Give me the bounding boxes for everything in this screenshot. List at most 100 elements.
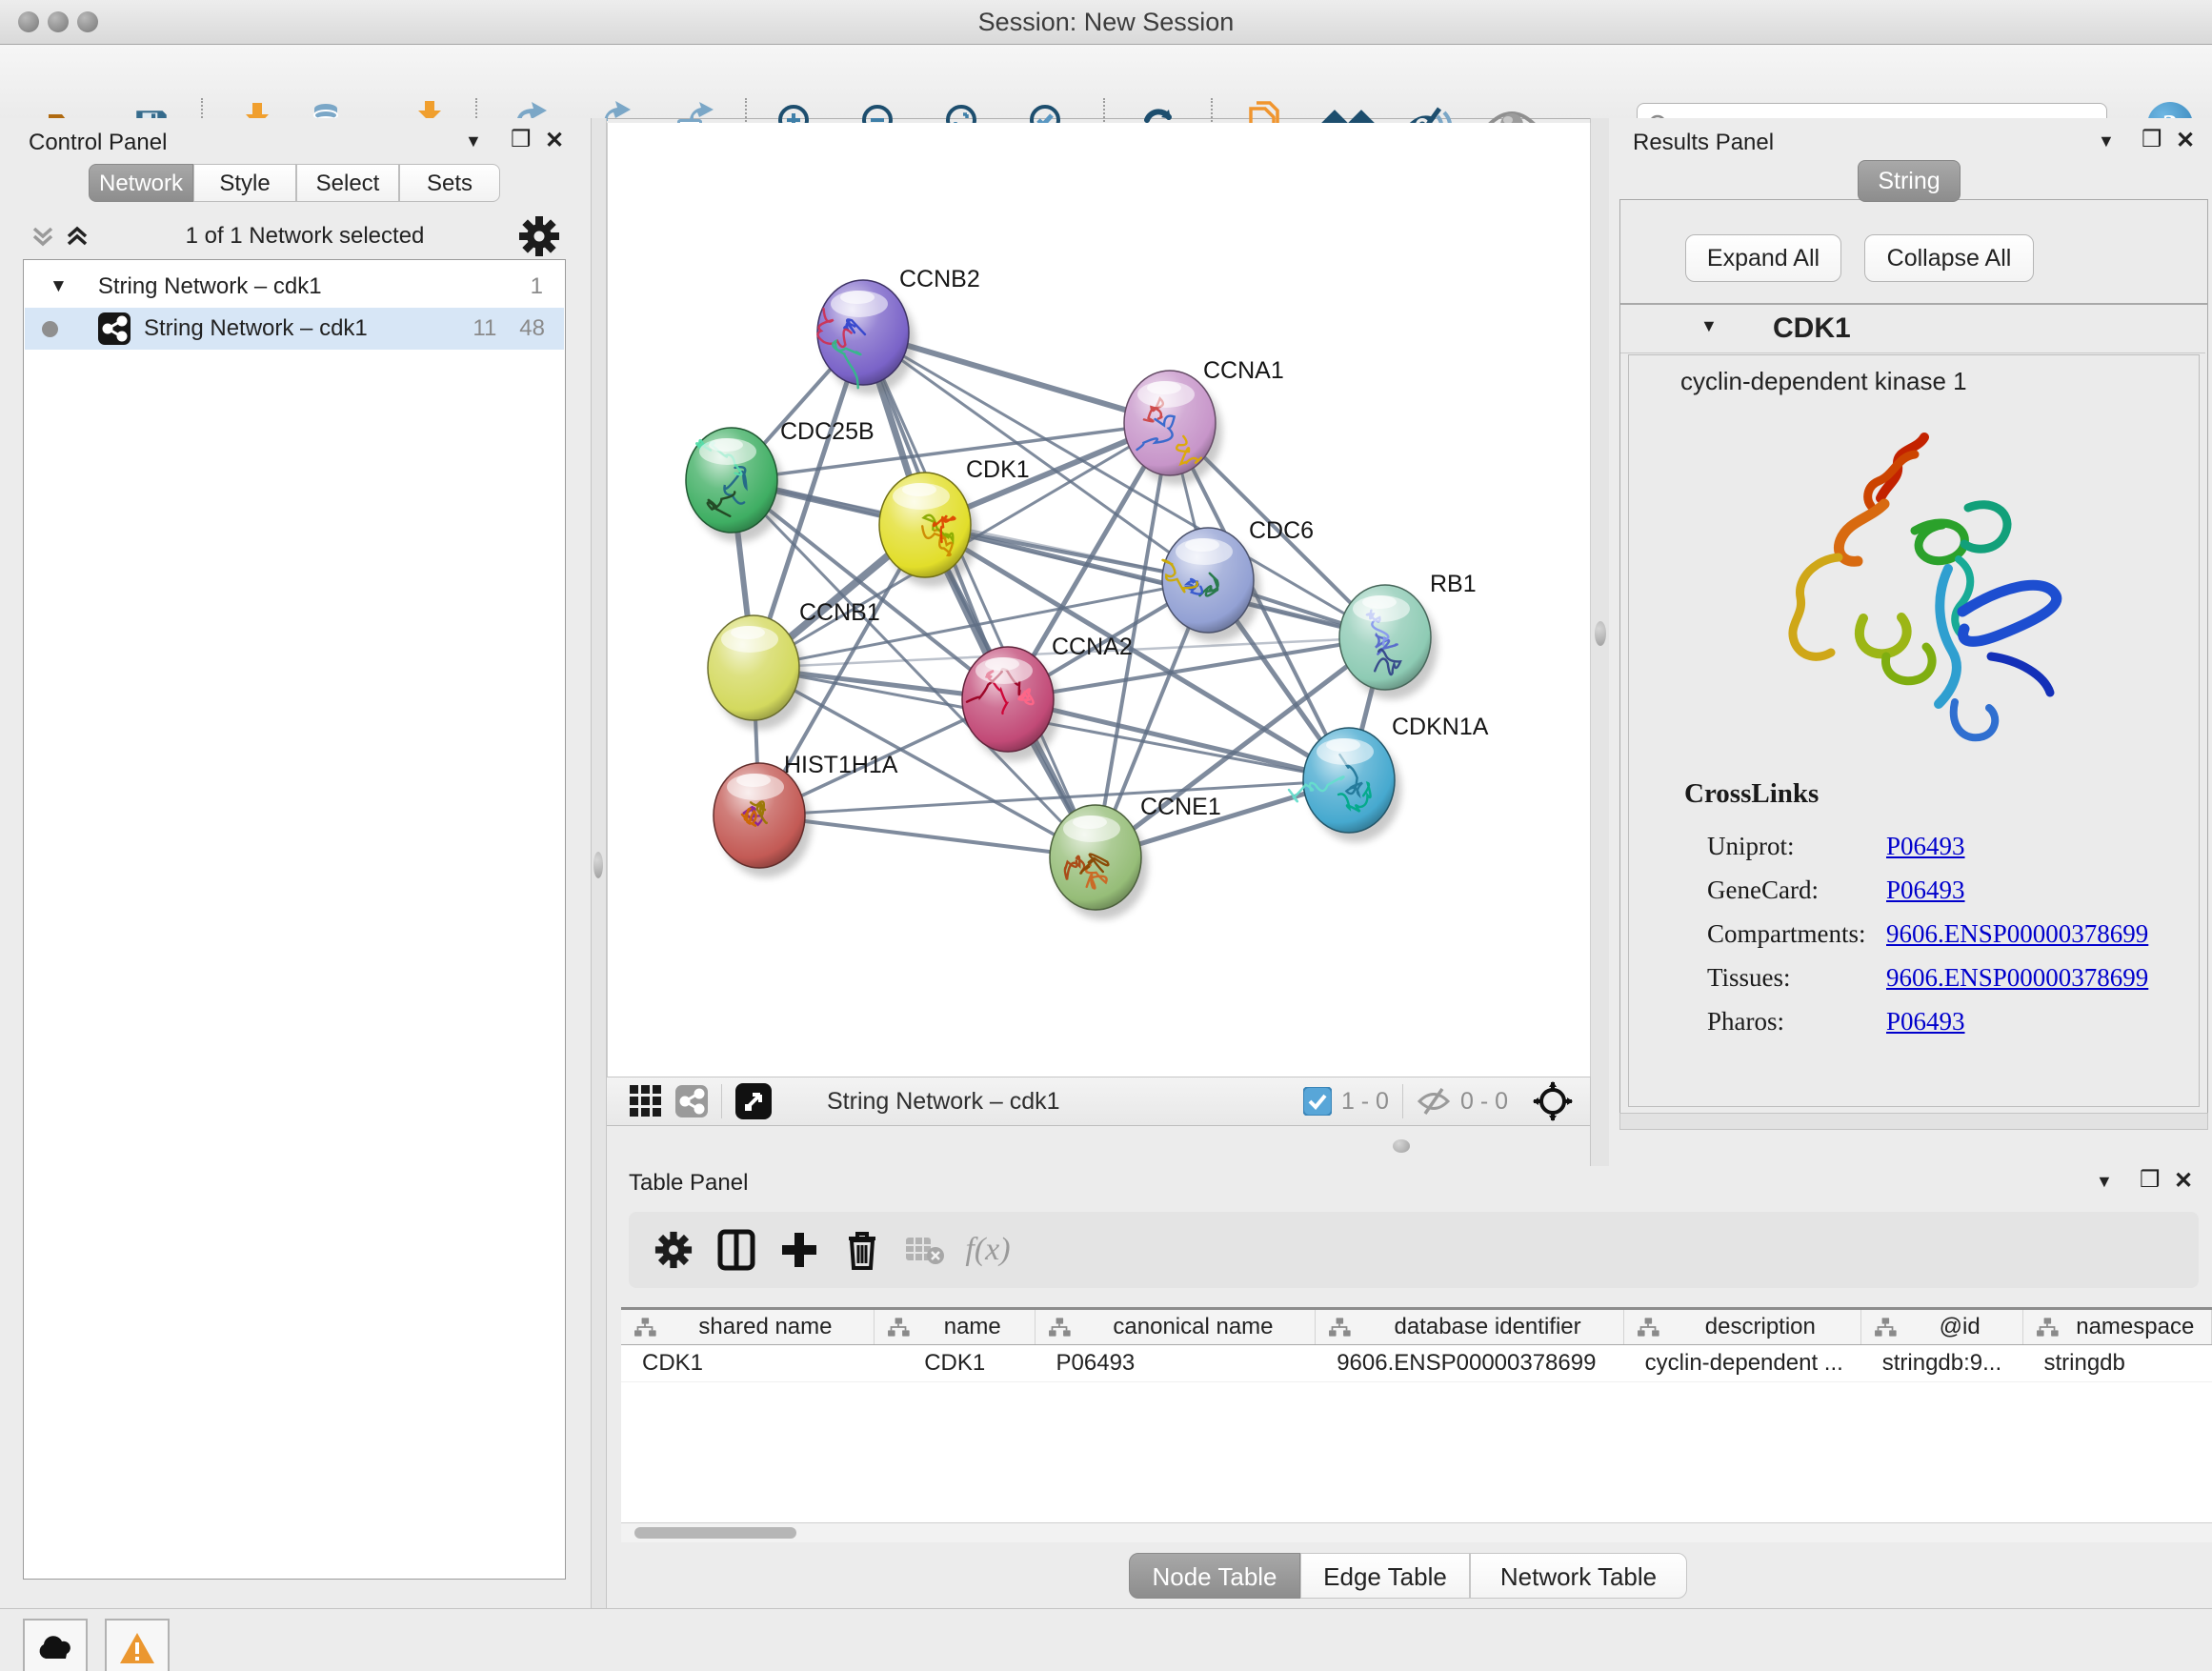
- gene-section-header[interactable]: ▼ CDK1: [1620, 305, 2205, 353]
- node-label: CDKN1A: [1392, 714, 1489, 740]
- node-label: CCNB2: [899, 266, 980, 292]
- tab-network[interactable]: Network: [89, 164, 193, 202]
- tab-style[interactable]: Style: [193, 164, 296, 202]
- network-node-hist1h1a[interactable]: HIST1H1A: [714, 752, 898, 877]
- select-columns-icon[interactable]: [705, 1218, 768, 1281]
- tab-edge-table[interactable]: Edge Table: [1300, 1553, 1470, 1599]
- panel-collapse-icon[interactable]: ▼: [2098, 131, 2115, 151]
- expand-all-button[interactable]: Expand All: [1685, 234, 1841, 282]
- panel-collapse-icon[interactable]: ▼: [465, 131, 482, 151]
- delete-column-icon[interactable]: [831, 1218, 894, 1281]
- table-panel-title: Table Panel: [629, 1170, 748, 1197]
- hidden-node-edge-counts: 0 - 0: [1460, 1088, 1508, 1116]
- delete-table-icon[interactable]: [894, 1218, 956, 1281]
- hidden-eye-slash-icon[interactable]: [1417, 1087, 1451, 1116]
- network-view-toolbar: String Network – cdk1 1 - 0 0 - 0: [607, 1077, 1590, 1126]
- table-gear-icon[interactable]: [642, 1218, 705, 1281]
- function-builder-icon[interactable]: f(x): [956, 1218, 1019, 1281]
- grid-view-icon[interactable]: [630, 1085, 662, 1117]
- tab-network-table[interactable]: Network Table: [1470, 1553, 1687, 1599]
- tab-node-table[interactable]: Node Table: [1129, 1553, 1300, 1599]
- section-collapse-icon[interactable]: ▼: [1700, 316, 1718, 336]
- panel-float-icon[interactable]: ❒: [511, 126, 532, 153]
- panel-float-icon[interactable]: ❒: [2140, 1166, 2161, 1194]
- column-header--id[interactable]: @id: [1861, 1310, 2023, 1344]
- column-header-namespace[interactable]: namespace: [2023, 1310, 2212, 1344]
- splitter-handle[interactable]: [1595, 621, 1606, 646]
- crosslink-label: GeneCard:: [1707, 876, 1886, 905]
- tab-select[interactable]: Select: [296, 164, 399, 202]
- network-node-rb1[interactable]: RB1: [1339, 571, 1477, 699]
- string-app-icon: [98, 312, 131, 345]
- node-label: CDK1: [966, 456, 1030, 483]
- collapse-all-button[interactable]: Collapse All: [1864, 234, 2034, 282]
- network-node-ccnb2[interactable]: CCNB2: [817, 266, 980, 394]
- column-header-canonical-name[interactable]: canonical name: [1036, 1310, 1317, 1344]
- crosslink-link[interactable]: P06493: [1886, 832, 1965, 861]
- network-node-cdc25b[interactable]: CDC25B: [686, 418, 875, 542]
- network-canvas[interactable]: CCNB2 CCNA1 CDC25B CDK1 CDC6 RB1 CCNB1 CCNA2 CDK…: [607, 123, 1591, 1077]
- bottom-splitter-handle[interactable]: [1393, 1139, 1410, 1153]
- results-hscrollbar[interactable]: [1619, 1113, 2208, 1130]
- expand-all-networks-icon[interactable]: [63, 221, 91, 252]
- column-header-name[interactable]: name: [875, 1310, 1036, 1344]
- crosslink-link[interactable]: P06493: [1886, 876, 1965, 905]
- panel-close-icon[interactable]: ✕: [545, 127, 564, 154]
- network-label: String Network – cdk1: [144, 315, 368, 342]
- add-column-icon[interactable]: [768, 1218, 831, 1281]
- table-hscrollbar[interactable]: [621, 1522, 2212, 1542]
- panel-float-icon[interactable]: ❒: [2142, 126, 2162, 153]
- current-network-title: String Network – cdk1: [827, 1088, 1060, 1116]
- reposition-crosshair-icon[interactable]: [1533, 1081, 1573, 1121]
- results-panel-title: Results Panel: [1633, 130, 1774, 156]
- network-collection-row[interactable]: ▼ String Network – cdk1 1: [25, 266, 564, 308]
- panel-close-icon[interactable]: ✕: [2176, 127, 2195, 154]
- column-header-shared-name[interactable]: shared name: [621, 1310, 875, 1344]
- automation-cloud-button[interactable]: [23, 1619, 88, 1671]
- network-node-cdc6[interactable]: CDC6: [1162, 517, 1314, 642]
- crosslink-link[interactable]: 9606.ENSP00000378699: [1886, 963, 2148, 993]
- crosslink-link[interactable]: 9606.ENSP00000378699: [1886, 919, 2148, 949]
- node-label: CCNA2: [1052, 634, 1133, 660]
- crosslink-row: Uniprot:P06493: [1707, 824, 2183, 868]
- network-node-ccna1[interactable]: CCNA1: [1124, 357, 1284, 485]
- splitter-handle[interactable]: [593, 852, 603, 878]
- warning-triangle-icon: [118, 1631, 156, 1665]
- node-count: 11: [473, 315, 496, 342]
- network-node-ccne1[interactable]: CCNE1: [1050, 794, 1221, 919]
- results-buttons-box: Expand All Collapse All: [1619, 199, 2208, 304]
- column-header-description[interactable]: description: [1624, 1310, 1861, 1344]
- status-bar: Memory: [0, 1608, 2212, 1671]
- tab-sets[interactable]: Sets: [399, 164, 500, 202]
- network-options-gear-icon[interactable]: [518, 215, 560, 257]
- node-table: shared namenamecanonical namedatabase id…: [621, 1307, 2212, 1525]
- warnings-button[interactable]: [105, 1619, 170, 1671]
- network-row-selected[interactable]: String Network – cdk1 11 48: [25, 308, 564, 350]
- panel-close-icon[interactable]: ✕: [2174, 1167, 2193, 1195]
- tab-string[interactable]: String: [1858, 160, 1961, 202]
- network-edge[interactable]: [863, 332, 1096, 857]
- node-label: RB1: [1430, 571, 1477, 597]
- collapse-all-networks-icon[interactable]: [29, 221, 57, 252]
- table-hscroll-thumb[interactable]: [634, 1527, 796, 1539]
- collection-count: 1: [531, 273, 543, 300]
- column-header-database-identifier[interactable]: database identifier: [1316, 1310, 1623, 1344]
- network-node-cdk1[interactable]: CDK1: [879, 456, 1030, 587]
- application-window: Session: New Session: [0, 0, 2212, 1671]
- right-splitter[interactable]: [1590, 118, 1611, 1166]
- crosslink-label: Compartments:: [1707, 919, 1886, 949]
- edge-count: 48: [519, 315, 545, 342]
- crosslink-link[interactable]: P06493: [1886, 1007, 1965, 1037]
- crosslinks-heading: CrossLinks: [1684, 778, 1819, 810]
- table-cell: CDK1: [621, 1345, 875, 1381]
- gene-description: cyclin-dependent kinase 1: [1680, 367, 1967, 396]
- table-row[interactable]: CDK1CDK1P064939606.ENSP00000378699cyclin…: [621, 1345, 2212, 1382]
- network-share-icon[interactable]: [675, 1085, 708, 1117]
- birdseye-view-icon[interactable]: [735, 1083, 772, 1119]
- network-node-cdkn1a[interactable]: CDKN1A: [1289, 714, 1489, 842]
- network-node-ccnb1[interactable]: CCNB1: [708, 599, 880, 730]
- left-splitter[interactable]: [591, 118, 607, 1608]
- selected-checkbox-icon[interactable]: [1303, 1087, 1332, 1116]
- panel-collapse-icon[interactable]: ▼: [2096, 1172, 2113, 1192]
- tree-expand-icon[interactable]: ▼: [50, 276, 68, 297]
